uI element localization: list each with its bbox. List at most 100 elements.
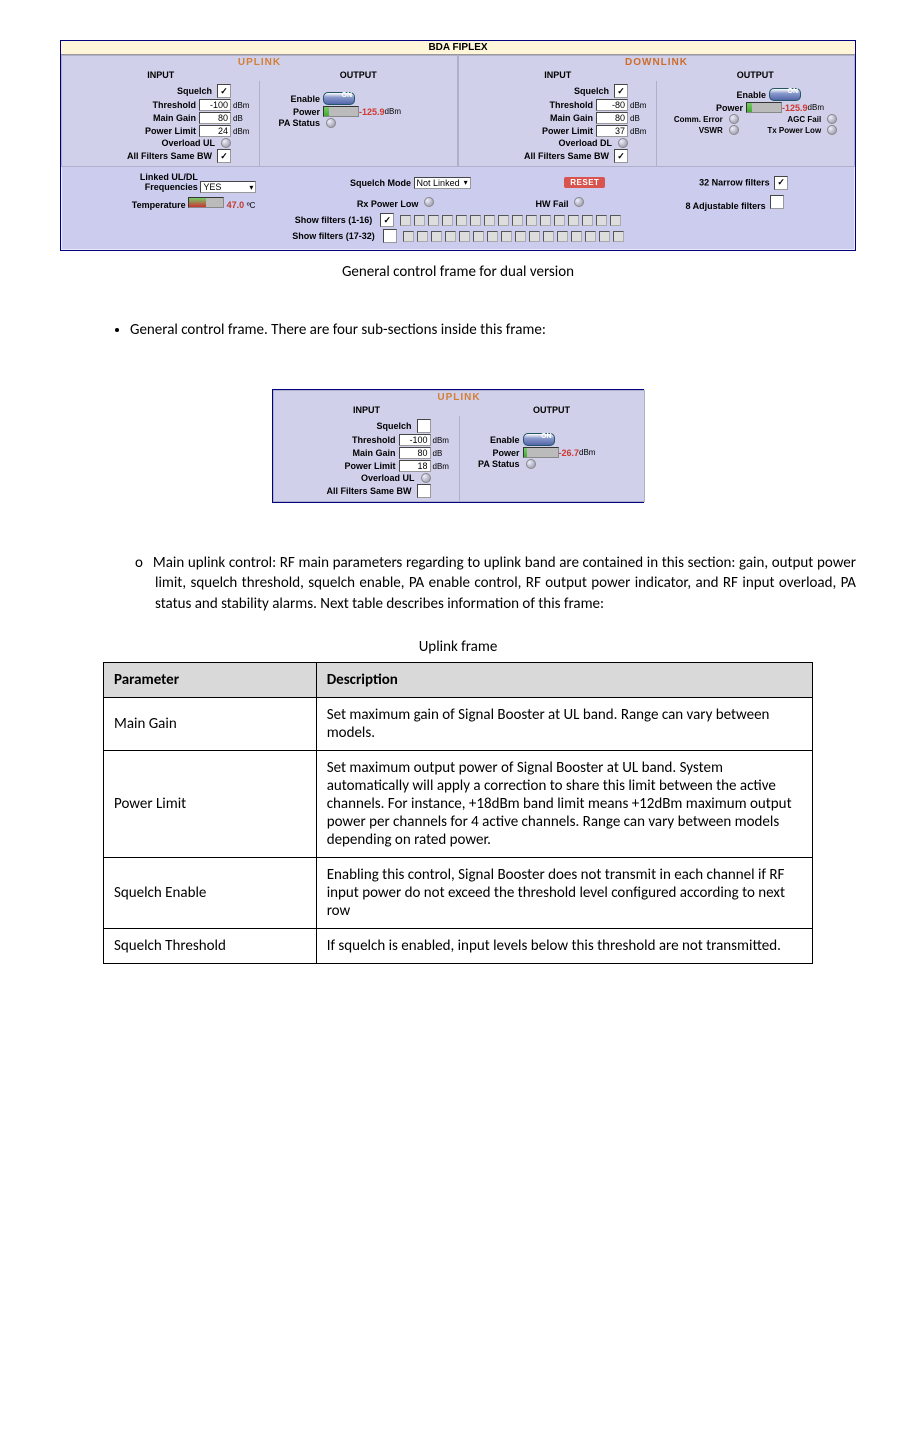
- f2-overload-label: Overload UL: [361, 473, 415, 483]
- linked-freq-select[interactable]: YES: [200, 181, 256, 193]
- f2-overload-led: [421, 473, 431, 483]
- f2-uplink-title: UPLINK: [274, 391, 644, 404]
- f2-input-label: INPUT: [274, 404, 459, 416]
- uplink-output-col: Enable Power -125.9 dBm PA Status: [260, 81, 457, 166]
- uplink-input-col: Squelch✓ Threshold-100dBm Main Gain80dB …: [62, 81, 260, 166]
- dl-allfilt-label: All Filters Same BW: [524, 151, 609, 161]
- ul-power-label: Power: [264, 107, 320, 117]
- ul-plimit-label: Power Limit: [145, 126, 196, 136]
- dl-plimit-input[interactable]: 37: [596, 125, 628, 137]
- hwfail-label: HW Fail: [535, 199, 568, 209]
- dl-gain-input[interactable]: 80: [596, 112, 628, 124]
- downlink-panel: DOWNLINK INPUTOUTPUT Squelch✓ Threshold-…: [458, 55, 855, 167]
- downlink-input-col: Squelch✓ Threshold-80dBm Main Gain80dB P…: [459, 81, 657, 166]
- th-parameter: Parameter: [104, 662, 317, 697]
- uplink-output-label: OUTPUT: [260, 69, 458, 81]
- downlink-output-col: Enable Power -125.9 dBm Comm. Error AGC …: [657, 81, 854, 166]
- table-row: Main GainSet maximum gain of Signal Boos…: [104, 697, 813, 750]
- ul-squelch-label: Squelch: [177, 86, 212, 96]
- uplink-frame-table: Parameter Description Main GainSet maxim…: [103, 662, 813, 964]
- f2-threshold-label: Threshold: [352, 435, 396, 445]
- dl-overload-label: Overload DL: [558, 138, 612, 148]
- table-caption: Uplink frame: [60, 638, 856, 656]
- ul-threshold-input[interactable]: -100: [199, 99, 231, 111]
- ul-pa-label: PA Status: [264, 118, 320, 128]
- bottom-controls: Linked UL/DL Frequencies YES Squelch Mod…: [61, 167, 855, 250]
- dl-agc-label: AGC Fail: [755, 115, 822, 124]
- f2-gain-input[interactable]: 80: [399, 447, 431, 459]
- filter-boxes-17-32[interactable]: [403, 231, 624, 242]
- uplink-panel: UPLINK INPUTOUTPUT Squelch ✓ Threshold-10…: [61, 55, 458, 167]
- f2-power-bar: [523, 447, 559, 458]
- ul-gain-label: Main Gain: [153, 113, 196, 123]
- ul-gain-input[interactable]: 80: [199, 112, 231, 124]
- ul-power-bar: [323, 106, 359, 117]
- f2-squelch-label: Squelch: [376, 421, 411, 431]
- f2-squelch-checkbox[interactable]: [417, 419, 431, 433]
- dl-txlow-led: [827, 125, 837, 135]
- show-filters-1-16-checkbox[interactable]: ✓: [380, 213, 394, 227]
- dl-enable-toggle[interactable]: [769, 88, 801, 101]
- dl-comm-label: Comm. Error: [661, 115, 723, 124]
- downlink-output-label: OUTPUT: [657, 69, 855, 81]
- dl-gain-label: Main Gain: [550, 113, 593, 123]
- dl-agc-led: [827, 114, 837, 124]
- temperature-bar: [188, 197, 224, 208]
- ul-plimit-input[interactable]: 24: [199, 125, 231, 137]
- dl-power-label: Power: [687, 103, 743, 113]
- f2-enable-toggle[interactable]: [523, 433, 555, 446]
- linked-freq-label: Linked UL/DL Frequencies: [128, 172, 198, 192]
- table-row: Squelch ThresholdIf squelch is enabled, …: [104, 928, 813, 963]
- show-filters-17-32-label: Show filters (17-32): [292, 231, 375, 241]
- dl-squelch-checkbox[interactable]: ✓: [614, 84, 628, 98]
- dl-squelch-label: Squelch: [574, 86, 609, 96]
- adj-filters-checkbox[interactable]: [770, 195, 784, 209]
- dl-txlow-label: Tx Power Low: [755, 126, 822, 135]
- f2-power-label: Power: [464, 448, 520, 458]
- uplink-title: UPLINK: [62, 56, 457, 69]
- show-filters-17-32-checkbox[interactable]: [383, 229, 397, 243]
- f2-plimit-input[interactable]: 18: [399, 460, 431, 472]
- dl-plimit-label: Power Limit: [542, 126, 593, 136]
- ul-pa-led: [326, 118, 336, 128]
- adj-filters-label: 8 Adjustable filters: [685, 201, 765, 211]
- rx-low-label: Rx Power Low: [357, 199, 419, 209]
- uplink-input-label: INPUT: [62, 69, 260, 81]
- uplink-only-frame: UPLINK INPUTOUTPUT Squelch Threshold-100…: [272, 389, 644, 503]
- dl-vswr-led: [729, 125, 739, 135]
- figure-caption-1: General control frame for dual version: [60, 263, 856, 281]
- filter-boxes-1-16[interactable]: [400, 215, 621, 226]
- squelch-mode-select[interactable]: Not Linked: [414, 177, 471, 189]
- temperature-value: 47.0: [227, 200, 245, 210]
- f2-power-value: -26.7: [559, 448, 580, 458]
- table-row: Power LimitSet maximum output power of S…: [104, 750, 813, 857]
- ul-squelch-checkbox[interactable]: ✓: [217, 84, 231, 98]
- f2-threshold-input[interactable]: -100: [399, 434, 431, 446]
- downlink-title: DOWNLINK: [459, 56, 854, 69]
- f2-enable-label: Enable: [464, 435, 520, 445]
- f2-pa-label: PA Status: [464, 459, 520, 469]
- f2-allfilt-checkbox[interactable]: [417, 484, 431, 498]
- frame-title: BDA FIPLEX: [61, 41, 855, 55]
- ul-enable-toggle[interactable]: [323, 92, 355, 105]
- dl-enable-label: Enable: [710, 90, 766, 100]
- sub-bullet-main-uplink: Main uplink control: RF main parameters …: [155, 553, 856, 614]
- ul-threshold-label: Threshold: [152, 100, 196, 110]
- f2-plimit-label: Power Limit: [344, 461, 395, 471]
- ul-overload-label: Overload UL: [161, 138, 215, 148]
- dl-power-bar: [746, 102, 782, 113]
- hwfail-led: [574, 197, 584, 207]
- ul-allfilt-label: All Filters Same BW: [127, 151, 212, 161]
- squelch-mode-label: Squelch Mode: [350, 178, 411, 188]
- f2-pa-led: [526, 459, 536, 469]
- bullet-general-control: General control frame. There are four su…: [130, 321, 856, 339]
- ul-power-value: -125.9: [359, 107, 385, 117]
- reset-button[interactable]: RESET: [564, 177, 605, 188]
- ul-enable-label: Enable: [264, 94, 320, 104]
- dl-allfilt-checkbox[interactable]: ✓: [614, 149, 628, 163]
- narrow-filters-checkbox[interactable]: ✓: [774, 176, 788, 190]
- f2-allfilt-label: All Filters Same BW: [326, 486, 411, 496]
- dl-threshold-input[interactable]: -80: [596, 99, 628, 111]
- ul-allfilt-checkbox[interactable]: ✓: [217, 149, 231, 163]
- f2-gain-label: Main Gain: [352, 448, 395, 458]
